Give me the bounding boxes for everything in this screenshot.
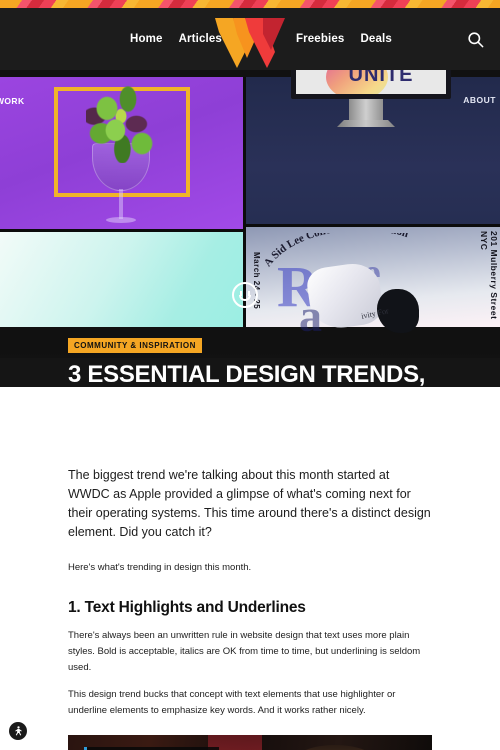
glass-foot-shape <box>106 217 136 223</box>
collage-purple-panel: WORK <box>0 77 243 232</box>
nav-item-deals[interactable]: Deals <box>360 33 391 45</box>
collage-navy-panel: UNITE ABOUT <box>245 70 500 225</box>
article-lead-paragraph: The biggest trend we're talking about th… <box>68 468 431 539</box>
glass-stem-shape <box>119 189 123 219</box>
monitor-stand-neck <box>349 99 383 121</box>
accessibility-icon[interactable] <box>9 722 27 740</box>
nav-left-group: Home Articles <box>130 33 222 45</box>
collage-about-label: ABOUT <box>463 95 496 105</box>
monitor-stand-base <box>337 120 395 127</box>
article-paragraph-1: There's always been an unwritten rule in… <box>68 630 421 673</box>
collage-work-label: WORK <box>0 96 25 106</box>
collage-salad-glass <box>78 85 164 225</box>
collage-monitor-screen: UNITE <box>291 70 451 99</box>
page-root: Home Articles Freebies Deals WORK UNITE … <box>0 0 500 750</box>
page-title: 3 Essential Design Trends, July 2020 <box>68 361 426 387</box>
site-navbar: Home Articles Freebies Deals <box>0 8 500 70</box>
poster-vertical-address: 201 Mulberry Street NYC <box>479 231 499 320</box>
salad-greens <box>86 85 156 163</box>
monitor-unite-text: UNITE <box>348 70 414 86</box>
smiley-face-icon <box>232 282 258 308</box>
article-paragraph-2: This design trend bucks that concept wit… <box>68 689 396 716</box>
collage-teal-panel <box>0 232 243 327</box>
figure-hair-shape <box>298 745 372 750</box>
hero-text-block: COMMUNITY & INSPIRATION 3 Essential Desi… <box>0 335 500 387</box>
article-figure-image: THIS DAY IN HISTORY <box>68 735 432 750</box>
smiley-mouth <box>239 295 251 301</box>
collage-right-divider <box>245 224 500 227</box>
nav-right-group: Freebies Deals <box>296 33 392 45</box>
article-body: The biggest trend we're talking about th… <box>0 466 500 750</box>
nav-item-freebies[interactable]: Freebies <box>296 33 345 45</box>
article-section-heading: 1. Text Highlights and Underlines <box>68 599 306 616</box>
decorative-stripe-bar <box>0 0 500 8</box>
collage-poster-panel: A Sid Lee Collective Production R e a iv… <box>245 221 500 341</box>
article-intro-line: Here's what's trending in design this mo… <box>68 562 252 573</box>
collage-left-divider <box>0 229 245 232</box>
nav-item-home[interactable]: Home <box>130 33 163 45</box>
search-icon[interactable] <box>462 26 488 52</box>
category-badge[interactable]: COMMUNITY & INSPIRATION <box>68 338 202 353</box>
site-logo[interactable] <box>211 12 289 70</box>
hero-banner: WORK UNITE ABOUT A Sid Lee Co n R a ivit… <box>0 70 500 387</box>
